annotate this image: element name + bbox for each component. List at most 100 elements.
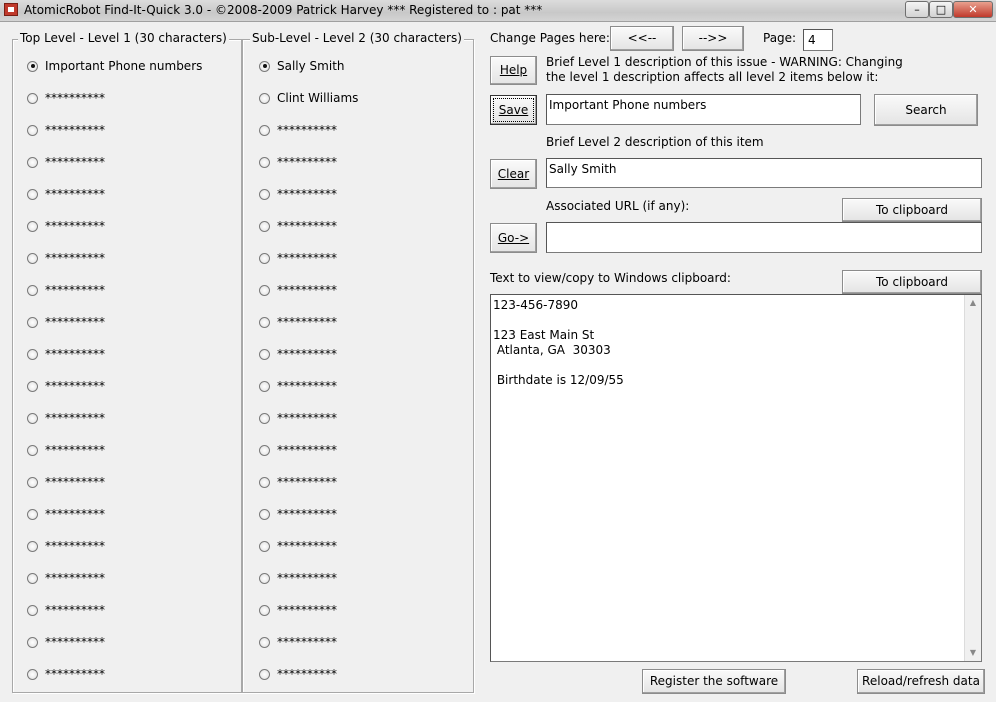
level2-radio-button[interactable] [259, 60, 270, 72]
level1-radio-button[interactable] [27, 540, 38, 552]
level2-radio-button[interactable] [259, 252, 270, 264]
level2-radio-item[interactable]: ********** [259, 474, 337, 490]
level1-radio-item[interactable]: ********** [27, 122, 105, 138]
page-number-field[interactable]: 4 [803, 29, 833, 51]
level1-radio-button[interactable] [27, 252, 38, 264]
level2-radio-button[interactable] [259, 188, 270, 200]
level2-radio-item[interactable]: ********** [259, 346, 337, 362]
level1-radio-button[interactable] [27, 572, 38, 584]
level2-radio-button[interactable] [259, 508, 270, 520]
level1-radio-button[interactable] [27, 380, 38, 392]
level2-radio-item[interactable]: ********** [259, 218, 337, 234]
level2-radio-item[interactable]: ********** [259, 602, 337, 618]
level2-radio-button[interactable] [259, 316, 270, 328]
clipboard-textarea[interactable]: 123-456-7890 123 East Main St Atlanta, G… [490, 294, 982, 662]
level1-radio-button[interactable] [27, 92, 38, 104]
clear-button[interactable]: Clear [490, 159, 537, 189]
level2-radio-item[interactable]: ********** [259, 378, 337, 394]
level1-radio-item[interactable]: ********** [27, 570, 105, 586]
level2-radio-button[interactable] [259, 476, 270, 488]
level2-radio-item[interactable]: Clint Williams [259, 90, 358, 106]
level1-radio-button[interactable] [27, 412, 38, 424]
level2-radio-item[interactable]: ********** [259, 154, 337, 170]
textarea-scrollbar[interactable]: ▲ ▼ [964, 295, 981, 661]
level2-radio-button[interactable] [259, 380, 270, 392]
level2-radio-button[interactable] [259, 604, 270, 616]
save-button[interactable]: Save [490, 95, 537, 125]
level1-radio-button[interactable] [27, 220, 38, 232]
level1-radio-button[interactable] [27, 316, 38, 328]
level1-radio-button[interactable] [27, 444, 38, 456]
level2-radio-button[interactable] [259, 156, 270, 168]
level2-radio-item[interactable]: ********** [259, 250, 337, 266]
level1-radio-button[interactable] [27, 124, 38, 136]
url-to-clipboard-button[interactable]: To clipboard [842, 198, 982, 222]
search-button[interactable]: Search [874, 94, 978, 126]
level2-radio-item[interactable]: ********** [259, 634, 337, 650]
go-button[interactable]: Go-> [490, 223, 537, 253]
level1-radio-item[interactable]: ********** [27, 442, 105, 458]
level2-description-input[interactable]: Sally Smith [546, 158, 982, 188]
level1-radio-item[interactable]: ********** [27, 282, 105, 298]
level2-radio-item[interactable]: ********** [259, 186, 337, 202]
register-button[interactable]: Register the software [642, 669, 786, 694]
next-page-button[interactable]: -->> [682, 26, 744, 51]
help-button[interactable]: Help [490, 56, 537, 85]
level2-radio-item[interactable]: ********** [259, 538, 337, 554]
level2-radio-item[interactable]: ********** [259, 410, 337, 426]
level1-radio-item[interactable]: ********** [27, 314, 105, 330]
level2-radio-button[interactable] [259, 540, 270, 552]
level2-radio-item[interactable]: ********** [259, 442, 337, 458]
level1-radio-item[interactable]: Important Phone numbers [27, 58, 202, 74]
level2-radio-button[interactable] [259, 284, 270, 296]
level2-radio-item[interactable]: ********** [259, 314, 337, 330]
level1-radio-item[interactable]: ********** [27, 250, 105, 266]
level2-radio-item[interactable]: Sally Smith [259, 58, 345, 74]
level2-radio-button[interactable] [259, 412, 270, 424]
level2-radio-button[interactable] [259, 220, 270, 232]
level1-radio-button[interactable] [27, 188, 38, 200]
level1-radio-item[interactable]: ********** [27, 154, 105, 170]
level1-radio-button[interactable] [27, 636, 38, 648]
level1-radio-item[interactable]: ********** [27, 90, 105, 106]
minimize-button[interactable]: – [905, 1, 929, 18]
level1-radio-item[interactable]: ********** [27, 186, 105, 202]
level1-radio-item[interactable]: ********** [27, 602, 105, 618]
level2-radio-button[interactable] [259, 124, 270, 136]
level2-radio-button[interactable] [259, 636, 270, 648]
level1-radio-item[interactable]: ********** [27, 506, 105, 522]
level2-radio-button[interactable] [259, 572, 270, 584]
level1-radio-button[interactable] [27, 348, 38, 360]
level1-radio-button[interactable] [27, 156, 38, 168]
level2-radio-item[interactable]: ********** [259, 506, 337, 522]
level1-radio-button[interactable] [27, 60, 38, 72]
level2-radio-button[interactable] [259, 444, 270, 456]
scroll-down-icon[interactable]: ▼ [965, 645, 981, 661]
level2-radio-button[interactable] [259, 348, 270, 360]
close-button[interactable]: ✕ [953, 1, 993, 18]
scroll-up-icon[interactable]: ▲ [965, 295, 981, 311]
level1-radio-item[interactable]: ********** [27, 666, 105, 682]
level1-radio-button[interactable] [27, 476, 38, 488]
level2-radio-button[interactable] [259, 92, 270, 104]
url-input[interactable] [546, 222, 982, 253]
prev-page-button[interactable]: <<-- [610, 26, 674, 51]
level1-radio-item[interactable]: ********** [27, 634, 105, 650]
level1-radio-item[interactable]: ********** [27, 410, 105, 426]
level1-radio-item[interactable]: ********** [27, 378, 105, 394]
level2-radio-item[interactable]: ********** [259, 666, 337, 682]
text-to-clipboard-button[interactable]: To clipboard [842, 270, 982, 294]
level1-radio-button[interactable] [27, 508, 38, 520]
level2-radio-item[interactable]: ********** [259, 282, 337, 298]
maximize-button[interactable]: □ [929, 1, 953, 18]
level2-radio-item[interactable]: ********** [259, 122, 337, 138]
level1-radio-item[interactable]: ********** [27, 346, 105, 362]
level1-radio-item[interactable]: ********** [27, 218, 105, 234]
level1-description-input[interactable]: Important Phone numbers [546, 94, 861, 125]
level1-radio-button[interactable] [27, 604, 38, 616]
reload-button[interactable]: Reload/refresh data [857, 669, 985, 694]
level1-radio-button[interactable] [27, 284, 38, 296]
level1-radio-item[interactable]: ********** [27, 538, 105, 554]
level1-radio-button[interactable] [27, 668, 38, 680]
level2-radio-button[interactable] [259, 668, 270, 680]
